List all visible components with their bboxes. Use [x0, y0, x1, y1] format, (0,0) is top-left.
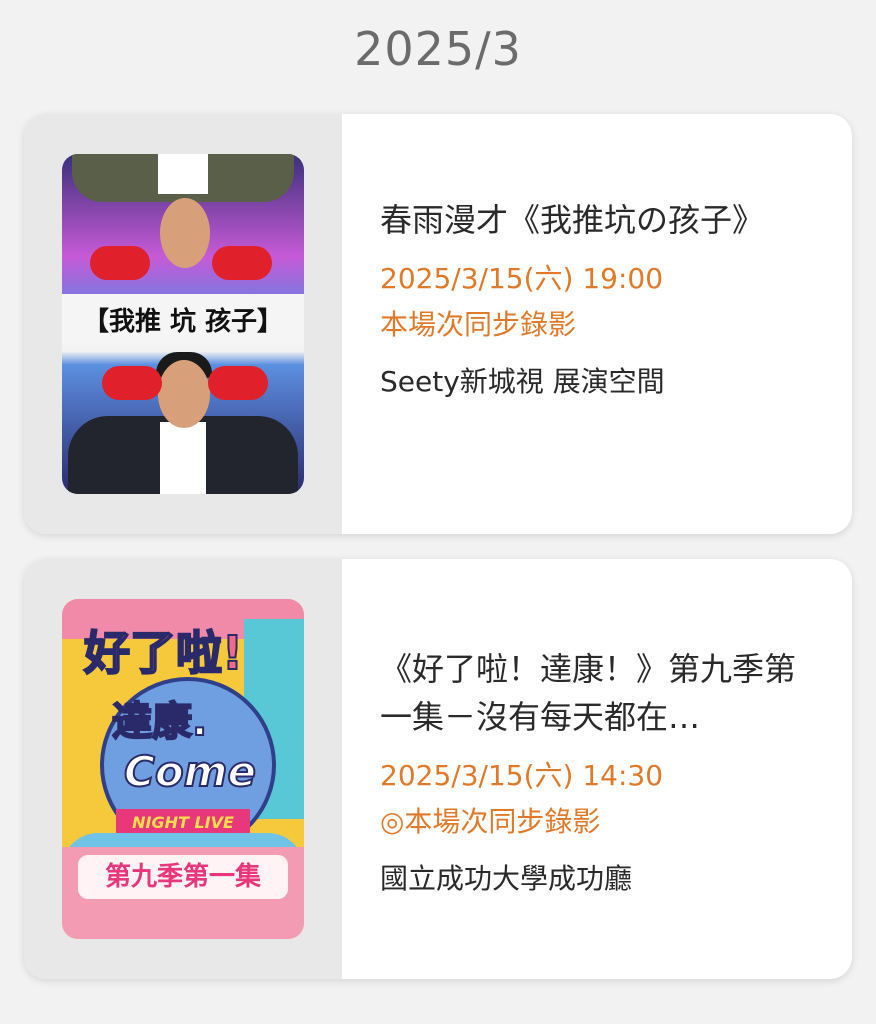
event-title[interactable]: 《好了啦！達康！》第九季第一集－沒有每天都在… — [380, 645, 810, 741]
poster-line1: 好了啦! — [83, 625, 244, 681]
event-venue: 國立成功大學成功廳 — [380, 862, 633, 895]
event-title[interactable]: 春雨漫才《我推坑の孩子》 — [380, 196, 810, 244]
poster-line2: 達康. — [111, 698, 208, 746]
comedy-poster-image: 【我推 坑 孩子】 — [62, 154, 304, 494]
event-recording-note: ◎本場次同步錄影 — [380, 805, 601, 838]
event-recording-note: 本場次同步錄影 — [380, 308, 577, 341]
event-card[interactable]: 好了啦! 達康. Come NIGHT LIVE 第九季第一集 《好了啦！達康！… — [24, 559, 852, 979]
event-venue: Seety新城視 展演空間 — [380, 365, 665, 398]
show-poster-image: 好了啦! 達康. Come NIGHT LIVE 第九季第一集 — [62, 599, 304, 939]
event-thumbnail[interactable]: 好了啦! 達康. Come NIGHT LIVE 第九季第一集 — [24, 559, 342, 979]
event-datetime: 2025/3/15(六) 14:30 — [380, 759, 664, 792]
poster-line3: Come — [123, 746, 257, 797]
month-heading: 2025/3 — [354, 22, 522, 76]
event-card[interactable]: 【我推 坑 孩子】 春雨漫才《我推坑の孩子》 2025/3/15(六) 19:0… — [24, 114, 852, 534]
event-thumbnail[interactable]: 【我推 坑 孩子】 — [24, 114, 342, 534]
event-datetime: 2025/3/15(六) 19:00 — [380, 262, 664, 295]
poster-title: 【我推 坑 孩子】 — [62, 294, 304, 344]
poster-season: 第九季第一集 — [78, 855, 288, 899]
